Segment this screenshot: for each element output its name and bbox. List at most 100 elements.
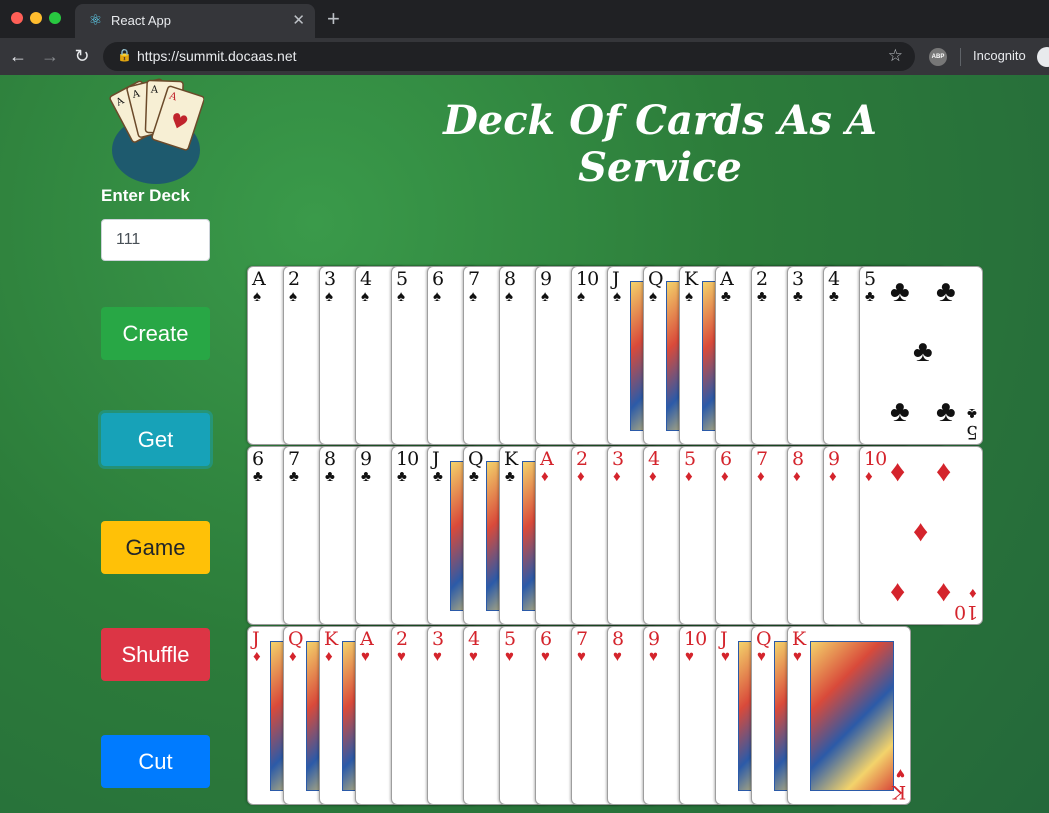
card-suit: ♣ xyxy=(289,468,299,485)
card-rank: 8 xyxy=(504,268,516,290)
suit-pip: ♦ xyxy=(936,575,952,608)
reload-icon[interactable]: ↻ xyxy=(71,45,93,67)
card-rank: 5 xyxy=(684,448,696,470)
card-suit: ♣ xyxy=(397,468,407,485)
playing-card[interactable]: K ♥ K ♥ xyxy=(787,626,911,805)
card-suit: ♥ xyxy=(361,648,370,665)
card-suit: ♠ xyxy=(469,288,477,305)
card-rank: 5 xyxy=(864,268,876,290)
card-suit: ♥ xyxy=(541,648,550,665)
card-suit: ♣ xyxy=(721,288,731,305)
suit-pip: ♣ xyxy=(890,275,910,308)
card-rank: 10 xyxy=(576,268,599,290)
window-maximize-button[interactable] xyxy=(49,12,61,24)
card-rank: 4 xyxy=(468,628,480,650)
window-close-button[interactable] xyxy=(11,12,23,24)
card-rank: J xyxy=(252,628,260,650)
card-rank: 3 xyxy=(792,268,804,290)
card-suit: ♦ xyxy=(829,468,837,485)
card-rank: 5 xyxy=(504,628,516,650)
card-suit: ♦ xyxy=(721,468,729,485)
bookmark-star-icon[interactable]: ☆ xyxy=(888,46,903,66)
card-rank-bottom: K xyxy=(891,781,906,803)
card-table: A A A A ♥ Deck Of Cards As A Service Ent… xyxy=(0,75,1049,813)
forward-icon[interactable]: → xyxy=(39,45,61,67)
toolbar-divider xyxy=(960,48,961,66)
card-rank: Q xyxy=(648,268,664,290)
card-rank: 2 xyxy=(396,628,408,650)
card-suit: ♠ xyxy=(685,288,693,305)
card-rank-bottom: 5 xyxy=(965,421,978,443)
card-suit: ♠ xyxy=(325,288,333,305)
card-rank: 7 xyxy=(756,448,768,470)
card-rank: J xyxy=(612,268,620,290)
suit-pip: ♣ xyxy=(890,395,910,428)
card-suit: ♦ xyxy=(793,468,801,485)
card-suit: ♦ xyxy=(325,648,333,665)
browser-tab-bar: ⚛ React App ✕ + xyxy=(0,0,1049,38)
card-rank: 9 xyxy=(648,628,660,650)
card-suit: ♠ xyxy=(361,288,369,305)
card-rank: Q xyxy=(288,628,304,650)
card-suit: ♦ xyxy=(253,648,261,665)
card-rank: A xyxy=(360,628,374,650)
tab-close-icon[interactable]: ✕ xyxy=(292,11,305,29)
card-suit: ♦ xyxy=(649,468,657,485)
card-rank: 9 xyxy=(828,448,840,470)
card-suit: ♥ xyxy=(757,648,766,665)
card-suit: ♥ xyxy=(649,648,658,665)
card-suit: ♣ xyxy=(361,468,371,485)
card-suit: ♥ xyxy=(793,648,802,665)
browser-tab[interactable]: ⚛ React App ✕ xyxy=(75,4,315,38)
suit-pip: ♦ xyxy=(890,575,906,608)
playing-card[interactable]: ♣ ♣ ♣ ♣ ♣ 5 ♣ 5 ♣ xyxy=(859,266,983,445)
react-icon: ⚛ xyxy=(88,12,103,29)
card-rank: K xyxy=(504,448,518,470)
card-suit-bottom: ♣ xyxy=(967,405,977,422)
card-suit: ♣ xyxy=(829,288,839,305)
incognito-label[interactable]: Incognito xyxy=(973,48,1026,63)
suit-pip: ♦ xyxy=(936,455,952,488)
card-rank: J xyxy=(720,628,728,650)
playing-card[interactable]: ♦ ♦ ♦ ♦ ♦ 10 ♦ 10 ♦ xyxy=(859,446,983,625)
card-suit: ♥ xyxy=(577,648,586,665)
card-suit: ♠ xyxy=(505,288,513,305)
card-suit: ♦ xyxy=(577,468,585,485)
card-rank: K xyxy=(324,628,338,650)
card-rank: A xyxy=(540,448,554,470)
card-suit: ♥ xyxy=(505,648,514,665)
url-text: https://summit.docaas.net xyxy=(137,48,297,64)
card-suit: ♠ xyxy=(253,288,261,305)
new-tab-icon[interactable]: + xyxy=(327,6,340,32)
card-rank: 3 xyxy=(612,448,624,470)
card-suit: ♠ xyxy=(577,288,585,305)
card-suit: ♥ xyxy=(469,648,478,665)
card-rank: 5 xyxy=(396,268,408,290)
back-icon[interactable]: ← xyxy=(7,45,29,67)
card-rank: 7 xyxy=(468,268,480,290)
address-bar[interactable]: 🔒 https://summit.docaas.net ☆ xyxy=(103,42,915,71)
incognito-icon[interactable] xyxy=(1037,47,1049,67)
card-suit: ♣ xyxy=(469,468,479,485)
card-suit: ♦ xyxy=(685,468,693,485)
card-suit: ♦ xyxy=(757,468,765,485)
adblock-extension-icon[interactable]: ABP xyxy=(929,48,947,66)
card-rank: 4 xyxy=(828,268,840,290)
card-rank-bottom: 10 xyxy=(953,601,978,623)
card-suit-bottom: ♦ xyxy=(969,585,977,602)
suit-pip: ♣ xyxy=(936,275,956,308)
card-rank: 8 xyxy=(792,448,804,470)
card-suit: ♥ xyxy=(397,648,406,665)
card-suit: ♥ xyxy=(721,648,730,665)
card-suit: ♣ xyxy=(793,288,803,305)
card-rank: 6 xyxy=(252,448,264,470)
card-rank: 9 xyxy=(360,448,372,470)
card-suit: ♦ xyxy=(541,468,549,485)
card-suit-bottom: ♥ xyxy=(896,765,905,782)
window-minimize-button[interactable] xyxy=(30,12,42,24)
card-rank: 10 xyxy=(864,448,887,470)
card-rank: 4 xyxy=(360,268,372,290)
card-suit: ♣ xyxy=(865,288,875,305)
tab-title: React App xyxy=(111,13,171,28)
card-suit: ♦ xyxy=(613,468,621,485)
